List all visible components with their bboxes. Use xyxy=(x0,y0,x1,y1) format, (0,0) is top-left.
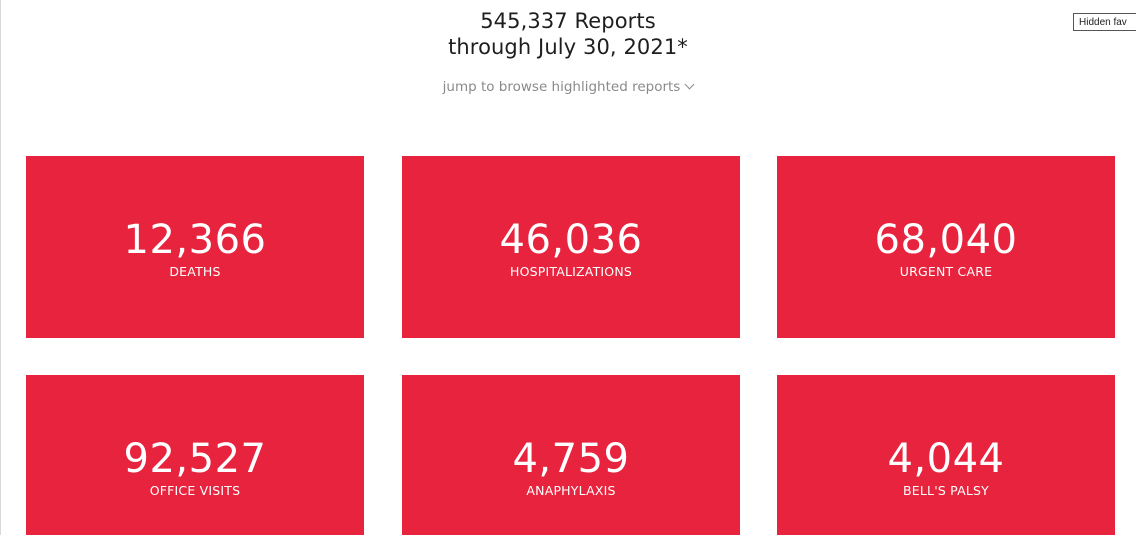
deaths-card[interactable]: 12,366 DEATHS xyxy=(26,156,364,338)
report-count-title: 545,337 Reports xyxy=(480,9,656,33)
office-visits-label: OFFICE VISITS xyxy=(149,483,241,498)
chevron-down-icon xyxy=(684,79,695,90)
office-visits-card[interactable]: 92,527 OFFICE VISITS xyxy=(26,375,364,535)
urgent-care-label: URGENT CARE xyxy=(899,264,993,279)
bells-palsy-card[interactable]: 4,044 BELL'S PALSY xyxy=(777,375,1115,535)
deaths-count: 12,366 xyxy=(123,217,267,263)
jump-link-label: jump to browse highlighted reports xyxy=(442,79,681,95)
anaphylaxis-card[interactable]: 4,759 ANAPHYLAXIS xyxy=(402,375,740,535)
anaphylaxis-label: ANAPHYLAXIS xyxy=(526,483,616,498)
urgent-care-card[interactable]: 68,040 URGENT CARE xyxy=(777,156,1115,338)
page: 545,337 Reports through July 30, 2021* j… xyxy=(0,0,1136,535)
deaths-label: DEATHS xyxy=(169,264,221,279)
report-date-subtitle: through July 30, 2021* xyxy=(448,35,688,59)
hospitalizations-count: 46,036 xyxy=(499,217,643,263)
bells-palsy-label: BELL'S PALSY xyxy=(903,483,989,498)
bells-palsy-count: 4,044 xyxy=(887,436,1005,482)
jump-to-highlighted-link[interactable]: jump to browse highlighted reports xyxy=(442,78,695,96)
anaphylaxis-count: 4,759 xyxy=(512,436,630,482)
urgent-care-count: 68,040 xyxy=(874,217,1018,263)
office-visits-count: 92,527 xyxy=(123,436,267,482)
hidden-favorites-button[interactable]: Hidden fav xyxy=(1073,13,1136,31)
hospitalizations-label: HOSPITALIZATIONS xyxy=(509,264,633,279)
hospitalizations-card[interactable]: 46,036 HOSPITALIZATIONS xyxy=(402,156,740,338)
report-header: 545,337 Reports through July 30, 2021* j… xyxy=(0,0,1136,96)
